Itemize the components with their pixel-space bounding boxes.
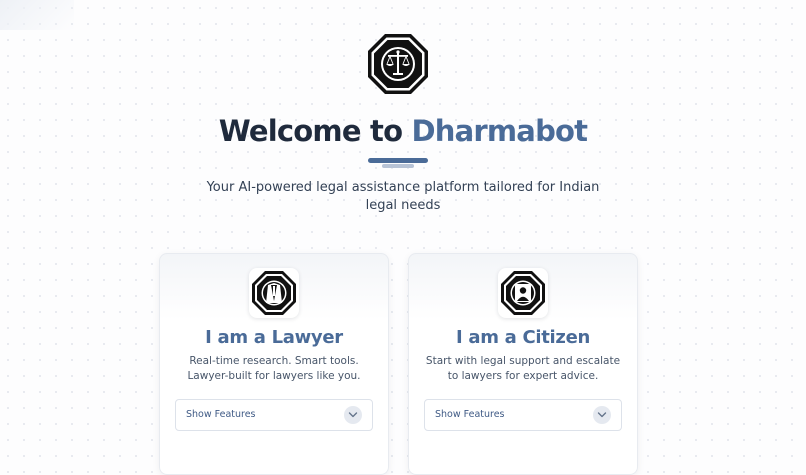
page-subtitle: Your AI-powered legal assistance platfor… xyxy=(206,180,600,213)
lawyer-show-features-button[interactable]: Show Features xyxy=(175,399,373,431)
show-features-label: Show Features xyxy=(186,409,256,420)
citizen-card-description: Start with legal support and escalate to… xyxy=(425,355,621,382)
citizen-card[interactable]: I am a Citizen Start with legal support … xyxy=(408,253,638,475)
citizen-show-features-button[interactable]: Show Features xyxy=(424,399,622,431)
lawyer-card-title: I am a Lawyer xyxy=(205,327,343,348)
dharmabot-logo-icon xyxy=(366,32,430,96)
chevron-down-icon xyxy=(593,406,611,424)
citizen-person-icon xyxy=(498,268,548,318)
title-brand: Dharmabot xyxy=(411,114,589,148)
lawyer-gown-icon xyxy=(249,268,299,318)
chevron-down-icon xyxy=(344,406,362,424)
title-underline-secondary xyxy=(382,164,414,168)
citizen-card-title: I am a Citizen xyxy=(456,327,590,348)
title-prefix: Welcome to xyxy=(218,114,403,148)
page-title: Welcome to Dharmabot xyxy=(0,114,806,148)
lawyer-card[interactable]: I am a Lawyer Real-time research. Smart … xyxy=(159,253,389,475)
corner-decoration xyxy=(0,0,74,30)
show-features-label: Show Features xyxy=(435,409,505,420)
title-underline xyxy=(368,158,428,163)
lawyer-card-description: Real-time research. Smart tools. Lawyer-… xyxy=(187,355,361,382)
